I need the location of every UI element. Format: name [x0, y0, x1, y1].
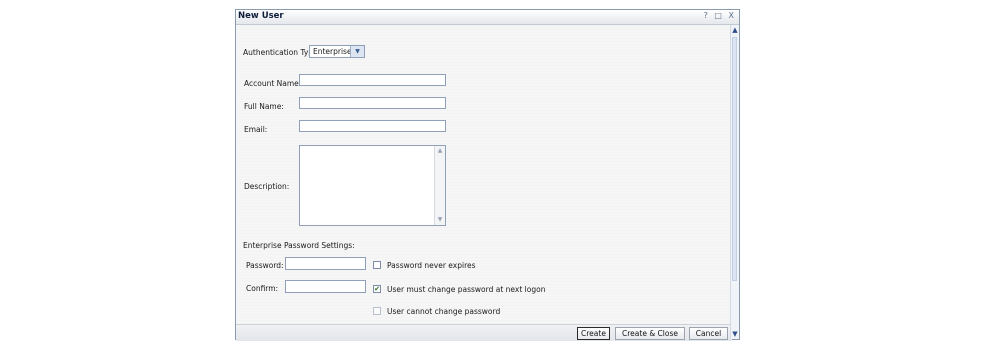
arrow-down-icon[interactable]: ▼ — [436, 216, 444, 224]
confirm-label: Confirm: — [246, 284, 279, 293]
must-change-password-checkbox[interactable]: ✔ — [373, 285, 381, 293]
titlebar-controls[interactable]: ? □ X — [704, 11, 736, 20]
create-button[interactable]: Create — [577, 327, 610, 340]
password-input[interactable] — [285, 257, 366, 270]
password-never-expires-label: Password never expires — [387, 261, 476, 270]
cancel-button[interactable]: Cancel — [689, 327, 728, 340]
cannot-change-password-label: User cannot change password — [387, 307, 501, 316]
full-name-label: Full Name: — [244, 102, 284, 111]
password-never-expires-checkbox[interactable] — [373, 261, 381, 269]
full-name-input[interactable] — [299, 97, 446, 109]
must-change-password-label: User must change password at next logon — [387, 285, 546, 294]
auth-type-value: Enterprise — [313, 47, 352, 56]
dialog-footer: Create Create & Close Cancel — [236, 324, 732, 341]
confirm-input[interactable] — [285, 280, 366, 293]
chevron-down-icon[interactable]: ▼ — [350, 46, 364, 57]
dialog-scrollbar[interactable]: ▲ ▼ — [730, 25, 739, 339]
dialog-titlebar: New User ? □ X — [236, 10, 739, 25]
email-label: Email: — [244, 125, 268, 134]
description-label: Description: — [244, 182, 290, 191]
arrow-up-icon[interactable]: ▲ — [436, 147, 444, 155]
description-textarea[interactable]: ▲ ▼ — [299, 145, 446, 226]
new-user-dialog: New User ? □ X Authentication Type: Ente… — [235, 9, 740, 341]
arrow-down-icon[interactable]: ▼ — [731, 330, 739, 338]
password-settings-label: Enterprise Password Settings: — [243, 241, 355, 250]
cannot-change-password-checkbox[interactable] — [373, 307, 381, 315]
email-input[interactable] — [299, 120, 446, 132]
description-scrollbar[interactable]: ▲ ▼ — [434, 146, 445, 225]
dialog-title: New User — [238, 11, 284, 21]
password-label: Password: — [246, 261, 284, 270]
scrollbar-thumb[interactable] — [732, 37, 737, 281]
create-and-close-button[interactable]: Create & Close — [615, 327, 685, 340]
checkmark-icon: ✔ — [374, 285, 380, 293]
account-name-input[interactable] — [299, 74, 446, 86]
dialog-content: Authentication Type: Enterprise ▼ Accoun… — [236, 25, 732, 341]
account-name-label: Account Name: — [244, 79, 302, 88]
auth-type-select[interactable]: Enterprise ▼ — [309, 45, 365, 58]
arrow-up-icon[interactable]: ▲ — [731, 26, 739, 34]
